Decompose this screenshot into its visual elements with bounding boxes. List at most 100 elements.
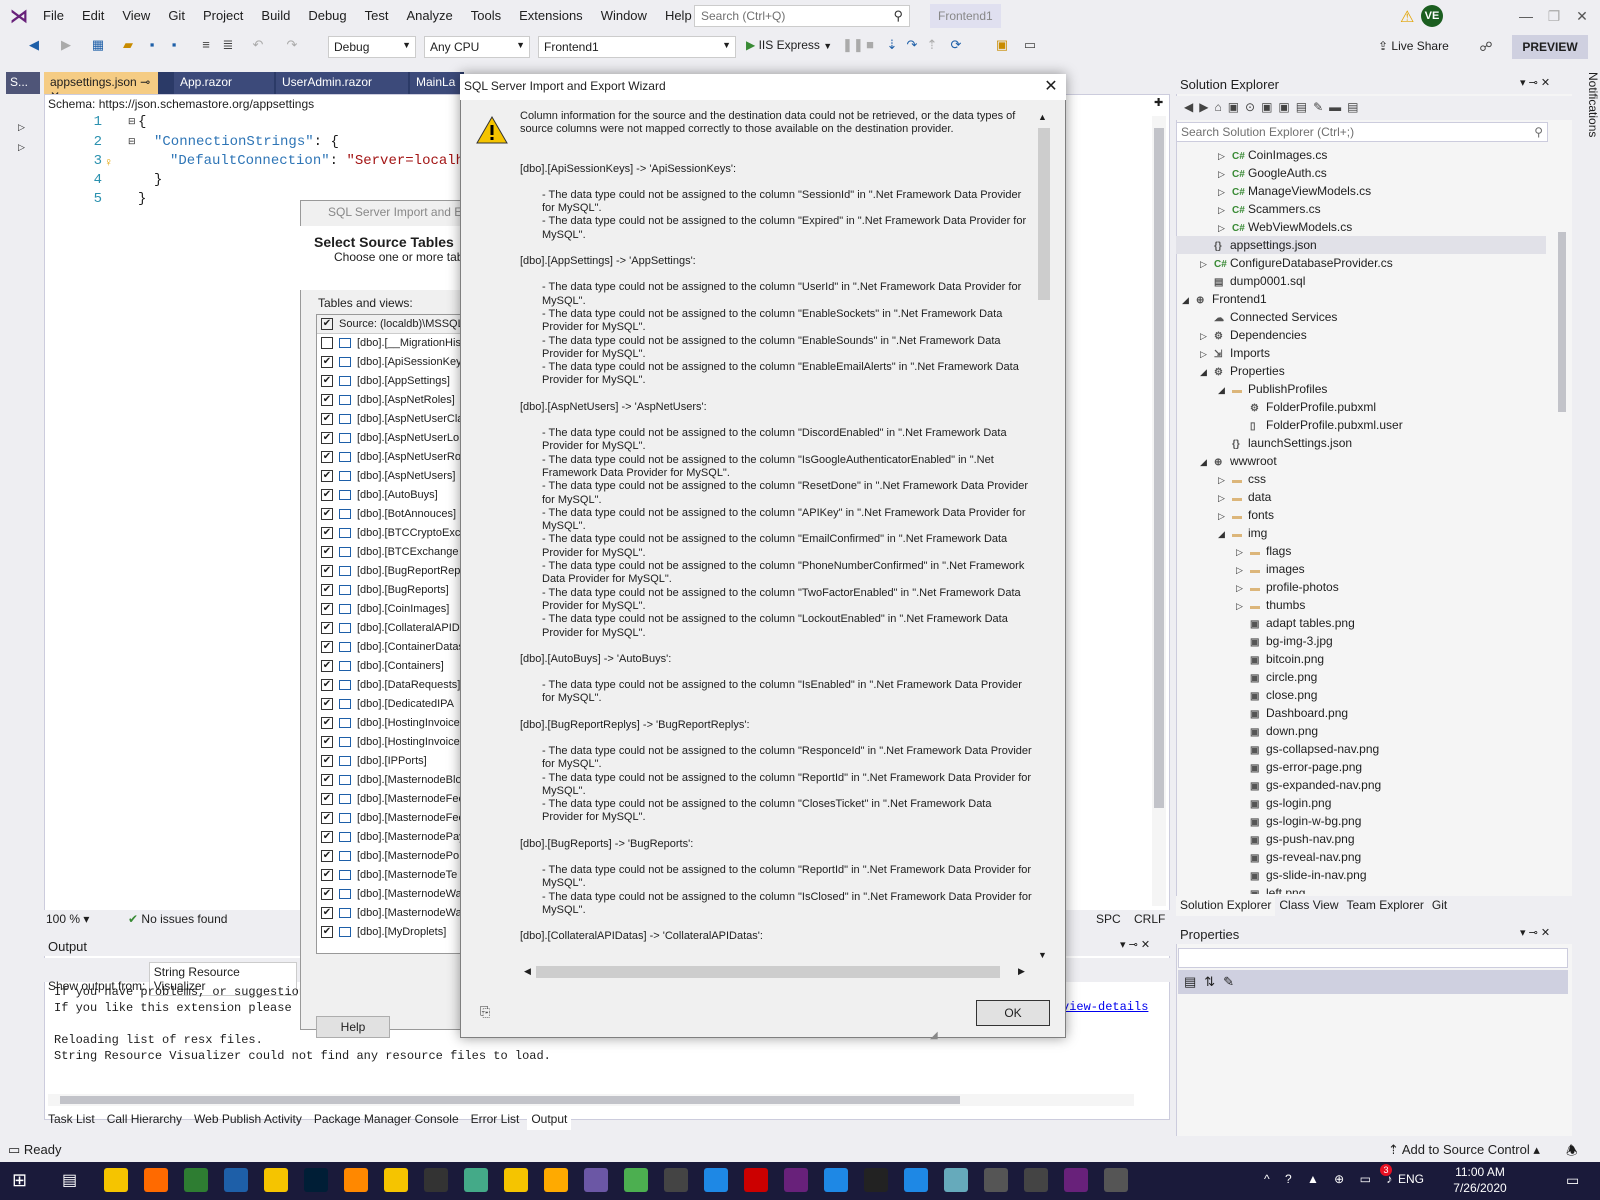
table-checkbox[interactable]: ✔	[321, 470, 333, 483]
minimize-icon[interactable]: —	[1514, 4, 1538, 28]
expand-arrow-icon[interactable]: ◢	[1182, 291, 1196, 309]
pane-options-icon[interactable]: ▾ ⊸ ✕	[1520, 76, 1550, 89]
tree-item[interactable]: ▣left.png	[1176, 884, 1546, 894]
tree-item[interactable]: ◢ ▬ PublishProfiles	[1176, 380, 1546, 398]
tree-item[interactable]: ▷ ▬ flags	[1176, 542, 1546, 560]
properties-object-select[interactable]	[1178, 948, 1568, 968]
tree-item[interactable]: ▣ gs-collapsed-nav.png	[1176, 740, 1546, 758]
server-explorer-tab[interactable]: S...	[6, 72, 40, 94]
tree-item[interactable]: ▣ bitcoin.png	[1176, 650, 1546, 668]
copy-icon[interactable]: ⎘	[480, 1004, 490, 1020]
tree-item[interactable]: ▣ gs-login.png	[1176, 794, 1546, 812]
tab-app-razor[interactable]: App.razor	[174, 72, 274, 94]
lightbulb-icon[interactable]: ♀	[104, 155, 113, 169]
tree-item[interactable]: {} launchSettings.json	[1176, 434, 1546, 452]
app-taskbar-icon[interactable]	[624, 1168, 648, 1192]
tree-item[interactable]: ▤ dump0001.sql	[1176, 272, 1546, 290]
resize-grip-icon[interactable]: ◢	[930, 1030, 938, 1041]
table-checkbox[interactable]: ✔	[321, 888, 333, 901]
table-checkbox[interactable]: ✔	[321, 793, 333, 806]
startup-project-select[interactable]: Frontend1 ▼	[538, 36, 736, 58]
scroll-down-icon[interactable]: ▼	[1038, 950, 1047, 960]
app-taskbar-icon[interactable]	[1024, 1168, 1048, 1192]
app-taskbar-icon[interactable]	[184, 1168, 208, 1192]
table-checkbox[interactable]: ✔	[321, 432, 333, 445]
table-checkbox[interactable]: ✔	[321, 812, 333, 825]
blender-taskbar-icon[interactable]	[344, 1168, 368, 1192]
pane-options-icon[interactable]: ▾ ⊸ ✕	[1120, 938, 1150, 951]
notepad-taskbar-icon[interactable]	[384, 1168, 408, 1192]
expand-arrow-icon[interactable]: ▷	[1218, 201, 1232, 219]
table-checkbox[interactable]: ✔	[321, 375, 333, 388]
menu-item-view[interactable]: View	[113, 0, 159, 32]
menu-item-git[interactable]: Git	[159, 0, 194, 32]
table-checkbox[interactable]: ✔	[321, 584, 333, 597]
clock[interactable]: 11:00 AM 7/26/2020	[1440, 1164, 1520, 1196]
scroll-left-icon[interactable]: ◀	[524, 966, 531, 977]
save-all-icon[interactable]: ▪	[166, 37, 182, 53]
tab-web-publish-activity[interactable]: Web Publish Activity	[190, 1110, 306, 1130]
tab-mainlayout[interactable]: MainLa	[410, 72, 460, 94]
app-taskbar-icon[interactable]	[864, 1168, 888, 1192]
app-taskbar-icon[interactable]	[984, 1168, 1008, 1192]
expand-arrow-icon[interactable]: ▷	[1218, 507, 1232, 525]
feedback-icon[interactable]: ☍	[1478, 39, 1494, 55]
tab-git[interactable]: Git	[1428, 896, 1451, 916]
expand-arrow-icon[interactable]: ◢	[1200, 453, 1214, 471]
table-checkbox[interactable]: ✔	[321, 717, 333, 730]
table-checkbox[interactable]: ✔	[321, 698, 333, 711]
app-taskbar-icon[interactable]	[224, 1168, 248, 1192]
table-checkbox[interactable]: ✔	[321, 907, 333, 920]
folder-taskbar-icon[interactable]	[264, 1168, 288, 1192]
expand-arrow-icon[interactable]: ▷	[1236, 543, 1250, 561]
visual-studio-logo-icon[interactable]: ⋊	[10, 6, 28, 27]
new-project-icon[interactable]: ▦	[90, 37, 106, 53]
tree-item[interactable]: ▣ gs-error-page.png	[1176, 758, 1546, 776]
expand-arrow-icon[interactable]: ▷	[1218, 219, 1232, 237]
table-checkbox[interactable]: ✔	[321, 831, 333, 844]
table-checkbox[interactable]: ✔	[321, 451, 333, 464]
tree-item[interactable]: ▷ ▬ images	[1176, 560, 1546, 578]
app-taskbar-icon[interactable]	[824, 1168, 848, 1192]
menu-item-project[interactable]: Project	[194, 0, 252, 32]
restore-icon[interactable]: ❐	[1542, 4, 1566, 28]
table-checkbox[interactable]: ✔	[321, 356, 333, 369]
ok-button[interactable]: OK	[976, 1000, 1050, 1026]
table-checkbox[interactable]: ✔	[321, 489, 333, 502]
menu-item-build[interactable]: Build	[252, 0, 299, 32]
expand-arrow-icon[interactable]: ▷	[1236, 561, 1250, 579]
help-button[interactable]: Help	[316, 1016, 390, 1038]
tree-item[interactable]: ▷ ▬ data	[1176, 488, 1546, 506]
refresh-icon[interactable]: ⟳	[948, 37, 964, 53]
expand-arrow-icon[interactable]: ▷	[1218, 165, 1232, 183]
table-checkbox[interactable]: ✔	[321, 394, 333, 407]
step-into-icon[interactable]: ⇣	[884, 37, 900, 53]
tree-item[interactable]: ▣ down.png	[1176, 722, 1546, 740]
save-icon[interactable]: ▪	[144, 37, 160, 53]
table-checkbox[interactable]: ✔	[321, 603, 333, 616]
app-taskbar-icon[interactable]	[584, 1168, 608, 1192]
file-explorer-taskbar-icon[interactable]	[104, 1168, 128, 1192]
menu-item-window[interactable]: Window	[592, 0, 656, 32]
tree-item[interactable]: ▣ gs-slide-in-nav.png	[1176, 866, 1546, 884]
tree-item[interactable]: ▣ gs-expanded-nav.png	[1176, 776, 1546, 794]
tree-item[interactable]: ◢ ⊕ Frontend1	[1176, 290, 1546, 308]
tab-call-hierarchy[interactable]: Call Hierarchy	[103, 1110, 186, 1130]
table-checkbox[interactable]: ✔	[321, 546, 333, 559]
app-taskbar-icon[interactable]	[544, 1168, 568, 1192]
terminal-taskbar-icon[interactable]	[424, 1168, 448, 1192]
tree-item[interactable]: ▯ FolderProfile.pubxml.user	[1176, 416, 1546, 434]
firefox-taskbar-icon[interactable]	[144, 1168, 168, 1192]
select-all-checkbox[interactable]: ✔	[321, 318, 333, 331]
tree-item[interactable]: ▷ ▬ thumbs	[1176, 596, 1546, 614]
tab-package-manager-console[interactable]: Package Manager Console	[310, 1110, 463, 1130]
app-taskbar-icon[interactable]	[504, 1168, 528, 1192]
tree-item[interactable]: ▷ C# ConfigureDatabaseProvider.cs	[1176, 254, 1546, 272]
tree-item[interactable]: ⚙ FolderProfile.pubxml	[1176, 398, 1546, 416]
tree-item[interactable]: ▣ circle.png	[1176, 668, 1546, 686]
menu-item-extensions[interactable]: Extensions	[510, 0, 592, 32]
preview-badge[interactable]: PREVIEW	[1512, 35, 1588, 59]
tree-item[interactable]: ☁ Connected Services	[1176, 308, 1546, 326]
scroll-right-icon[interactable]: ▶	[1018, 966, 1025, 977]
tree-item[interactable]: ▣ close.png	[1176, 686, 1546, 704]
